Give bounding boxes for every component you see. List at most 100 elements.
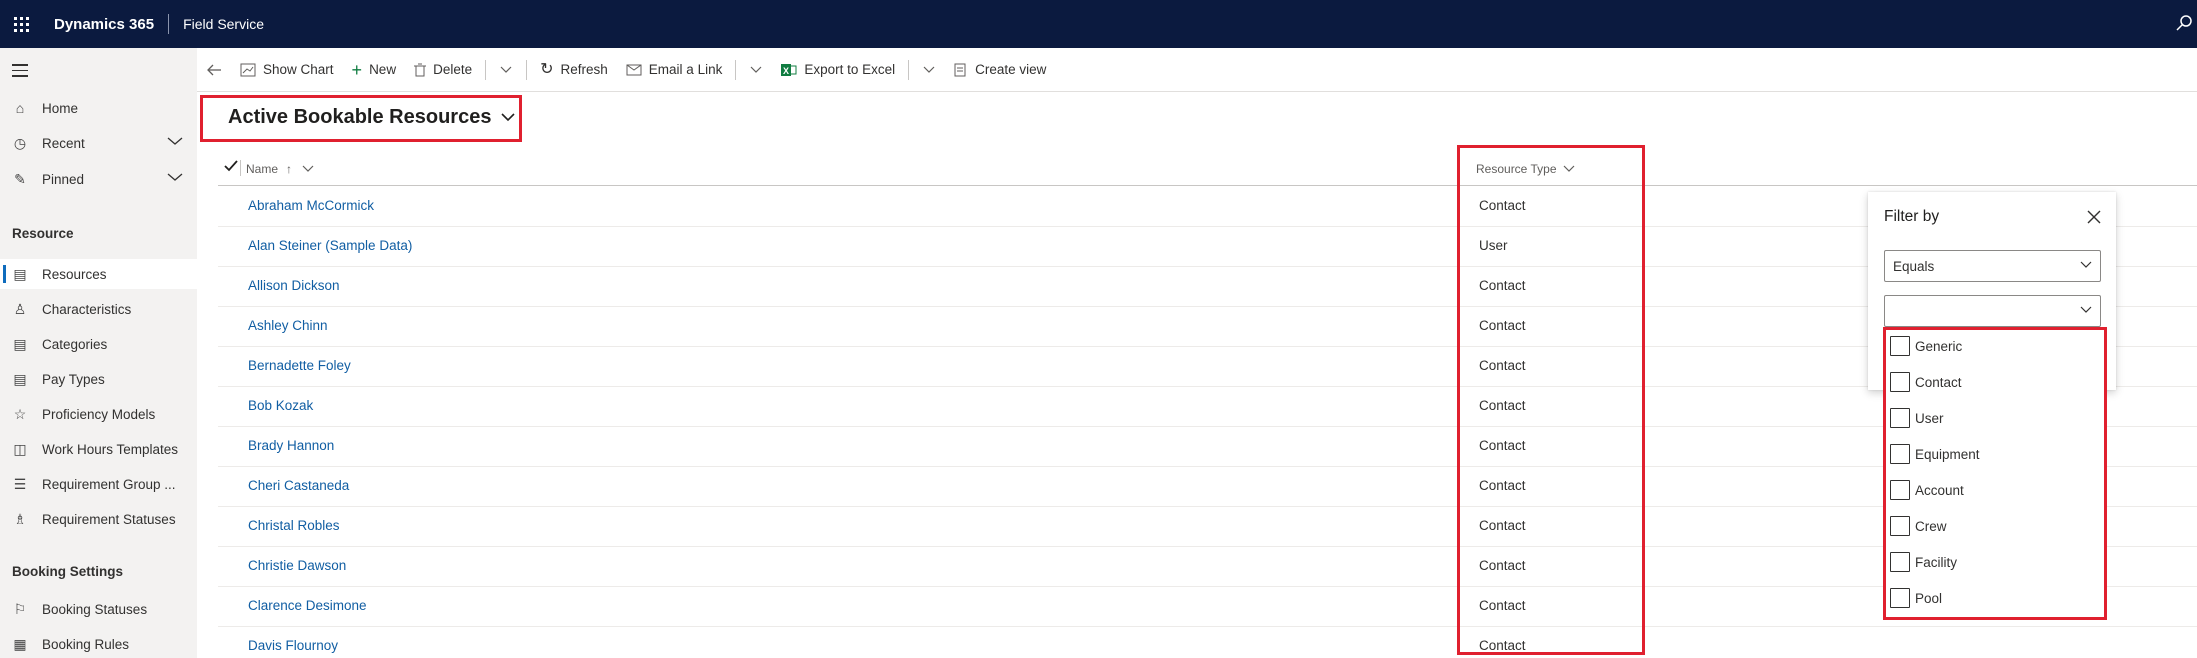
sidebar-item-home[interactable]: ⌂ Home <box>0 93 197 123</box>
trash-icon <box>414 63 427 77</box>
sidebar-item-label: Categories <box>42 336 108 352</box>
export-excel-label: Export to Excel <box>804 62 896 77</box>
new-button[interactable]: + New <box>343 48 406 92</box>
people-icon: ♗ <box>13 510 27 527</box>
star-icon: ☆ <box>13 405 27 422</box>
email-link-dropdown[interactable] <box>740 48 772 92</box>
svg-text:X: X <box>783 66 789 76</box>
list-icon: ☰ <box>13 475 27 492</box>
filter-operator-value: Equals <box>1893 259 1935 274</box>
back-button[interactable] <box>197 48 231 92</box>
command-bar: Show Chart + New Delete ↻ Refresh Email … <box>197 48 2197 92</box>
sidebar-item-categories[interactable]: ▤ Categories <box>0 329 197 359</box>
refresh-icon: ↻ <box>540 60 554 78</box>
close-icon[interactable] <box>2086 209 2102 225</box>
show-chart-label: Show Chart <box>263 62 334 77</box>
resource-name-link[interactable]: Clarence Desimone <box>248 598 367 613</box>
chevron-down-icon <box>302 165 314 172</box>
sidebar-item-pay-types[interactable]: ▤ Pay Types <box>0 364 197 394</box>
sidebar-item-label: Booking Rules <box>42 636 130 652</box>
category-icon: ▤ <box>13 335 27 352</box>
sidebar-item-label: Requirement Statuses <box>42 511 176 527</box>
chevron-down-icon <box>923 66 935 73</box>
app-name[interactable]: Field Service <box>183 16 264 32</box>
column-header-name[interactable]: Name ↑ <box>240 160 314 176</box>
sidebar-item-recent[interactable]: ◷ Recent <box>0 128 197 158</box>
create-view-button[interactable]: Create view <box>945 48 1055 92</box>
command-divider <box>526 59 528 80</box>
resource-name-link[interactable]: Bob Kozak <box>248 398 313 413</box>
email-link-icon <box>626 64 642 76</box>
sidebar-item-work-hours-templates[interactable]: ◫ Work Hours Templates <box>0 434 197 464</box>
sidebar-item-label: Proficiency Models <box>42 406 156 422</box>
delete-button[interactable]: Delete <box>405 48 481 92</box>
new-label: New <box>369 62 397 77</box>
select-all-checkmark-icon[interactable] <box>224 160 238 172</box>
sidebar-item-label: Work Hours Templates <box>42 441 179 457</box>
characteristic-icon: ♙ <box>13 300 27 317</box>
delete-label: Delete <box>433 62 473 77</box>
resource-name-link[interactable]: Abraham McCormick <box>248 198 374 213</box>
column-header-name-label: Name <box>246 162 279 176</box>
waffle-icon[interactable] <box>0 0 42 48</box>
column-divider <box>240 160 241 176</box>
sidebar-item-requirement-statuses[interactable]: ♗ Requirement Statuses <box>0 504 197 534</box>
sidebar-item-characteristics[interactable]: ♙ Characteristics <box>0 294 197 324</box>
resource-name-link[interactable]: Christal Robles <box>248 518 340 533</box>
pin-icon: ✎ <box>14 170 26 187</box>
highlight-box-filter-options <box>1883 327 2107 620</box>
chevron-down-icon <box>2080 261 2092 268</box>
more-commands-dropdown[interactable] <box>490 48 522 92</box>
export-excel-dropdown[interactable] <box>913 48 945 92</box>
sidebar-item-label: Requirement Group ... <box>42 476 176 492</box>
filter-operator-select[interactable]: Equals <box>1884 250 2101 282</box>
show-chart-button[interactable]: Show Chart <box>231 48 343 92</box>
sidebar-item-proficiency-models[interactable]: ☆ Proficiency Models <box>0 399 197 429</box>
resource-name-link[interactable]: Cheri Castaneda <box>248 478 349 493</box>
resource-name-link[interactable]: Brady Hannon <box>248 438 334 453</box>
email-link-label: Email a Link <box>648 62 723 77</box>
resource-icon: ▤ <box>13 265 27 282</box>
sidebar-item-pinned[interactable]: ✎ Pinned <box>0 164 197 194</box>
resource-name-link[interactable]: Allison Dickson <box>248 278 340 293</box>
refresh-label: Refresh <box>560 62 608 77</box>
chevron-down-icon[interactable] <box>167 136 183 146</box>
topbar-divider <box>168 14 170 34</box>
command-divider <box>908 59 910 80</box>
export-excel-button[interactable]: X Export to Excel <box>772 48 904 92</box>
refresh-button[interactable]: ↻ Refresh <box>531 48 617 92</box>
resource-name-link[interactable]: Christie Dawson <box>248 558 346 573</box>
resource-name-link[interactable]: Ashley Chinn <box>248 318 328 333</box>
chevron-down-icon[interactable] <box>167 172 183 182</box>
search-icon[interactable] <box>2175 14 2193 32</box>
resource-name-link[interactable]: Bernadette Foley <box>248 358 351 373</box>
table-row[interactable]: Davis Flournoy Contact <box>218 627 2197 658</box>
sidebar-item-label: Booking Statuses <box>42 601 148 617</box>
sidebar-item-label: Characteristics <box>42 301 132 317</box>
sidebar-item-label: Resources <box>42 266 107 282</box>
sidebar-item-requirement-group[interactable]: ☰ Requirement Group ... <box>0 469 197 499</box>
resource-name-link[interactable]: Davis Flournoy <box>248 638 338 653</box>
filter-value-select[interactable] <box>1884 295 2101 327</box>
chevron-down-icon <box>750 66 762 73</box>
sidebar-item-booking-statuses[interactable]: ⚐ Booking Statuses <box>0 594 197 624</box>
command-divider <box>485 59 487 80</box>
calendar-clock-icon: ◫ <box>13 440 27 457</box>
sidebar-item-label: Home <box>42 100 79 116</box>
filter-panel-title: Filter by <box>1884 208 1940 225</box>
sidebar-item-booking-rules[interactable]: ▦ Booking Rules <box>0 629 197 658</box>
clock-icon: ◷ <box>13 134 27 151</box>
command-divider <box>735 59 737 80</box>
sidebar-item-resources[interactable]: ▤ Resources <box>0 259 197 289</box>
grid-header: Name ↑ Resource Type <box>218 152 2197 186</box>
resource-name-link[interactable]: Alan Steiner (Sample Data) <box>248 238 412 253</box>
highlight-box-resource-type-column <box>1457 145 1645 655</box>
brand-name[interactable]: Dynamics 365 <box>54 16 154 33</box>
email-link-button[interactable]: Email a Link <box>617 48 732 92</box>
top-bar: Dynamics 365 Field Service <box>0 0 2197 48</box>
flag-icon: ⚐ <box>13 600 27 617</box>
chart-icon <box>240 63 256 77</box>
back-arrow-icon <box>207 64 221 75</box>
sidebar-item-label: Recent <box>42 135 85 151</box>
hamburger-menu-icon[interactable] <box>12 64 28 81</box>
